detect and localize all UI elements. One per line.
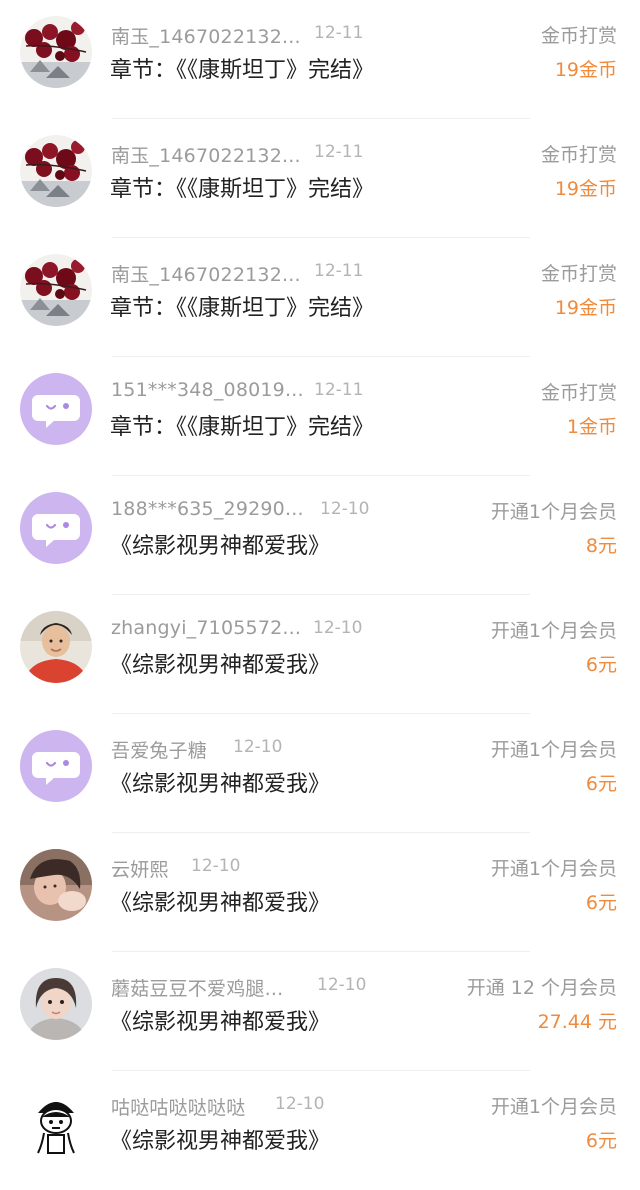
user-name: 南玉_1467022132... (111, 26, 301, 48)
list-item[interactable]: 南玉_1467022132... 12-11 章节：《《康斯坦丁》完结》 金币打… (0, 0, 640, 119)
default-chat-avatar[interactable] (20, 730, 92, 802)
record-amount: 19金币 (554, 297, 617, 319)
record-type: 开通1个月会员 (490, 858, 617, 880)
user-name: 云妍熙 (111, 859, 169, 881)
list-item[interactable]: 188***635_29290... 12-10 《综影视男神都爱我》 开通1个… (0, 476, 640, 595)
record-type: 开通 12 个月会员 (466, 977, 617, 999)
record-type: 金币打赏 (540, 144, 617, 166)
boy-red-shirt-avatar[interactable] (20, 611, 92, 683)
user-name: 南玉_1467022132... (111, 264, 301, 286)
record-type: 开通1个月会员 (490, 620, 617, 642)
record-item: 《综影视男神都爱我》 (110, 653, 331, 678)
income-record-list: 南玉_1467022132... 12-11 章节：《《康斯坦丁》完结》 金币打… (0, 0, 640, 1167)
record-amount: 19金币 (554, 59, 617, 81)
record-item: 《综影视男神都爱我》 (110, 1010, 331, 1035)
list-item[interactable]: zhangyi_7105572... 12-10 《综影视男神都爱我》 开通1个… (0, 595, 640, 714)
cartoon-face-avatar[interactable] (20, 1087, 92, 1159)
record-amount: 6元 (585, 654, 617, 676)
user-name: 188***635_29290... (111, 498, 304, 520)
record-amount: 19金币 (554, 178, 617, 200)
record-item: 章节：《《康斯坦丁》完结》 (110, 58, 375, 83)
user-name: zhangyi_7105572... (111, 617, 302, 639)
girl-photo-avatar[interactable] (20, 849, 92, 921)
user-name: 151***348_08019... (111, 379, 304, 401)
record-date: 12-10 (275, 1094, 325, 1114)
list-item[interactable]: 蘑菇豆豆不爱鸡腿... 12-10 《综影视男神都爱我》 开通 12 个月会员 … (0, 952, 640, 1071)
record-date: 12-11 (314, 23, 364, 43)
default-chat-avatar[interactable] (20, 492, 92, 564)
list-item[interactable]: 咕哒咕哒哒哒哒 12-10 《综影视男神都爱我》 开通1个月会员 6元 (0, 1071, 640, 1190)
record-date: 12-10 (313, 618, 363, 638)
record-date: 12-11 (314, 380, 364, 400)
record-item: 章节：《《康斯坦丁》完结》 (110, 177, 375, 202)
record-type: 开通1个月会员 (490, 501, 617, 523)
list-item[interactable]: 吾爱兔子糖 12-10 《综影视男神都爱我》 开通1个月会员 6元 (0, 714, 640, 833)
record-type: 开通1个月会员 (490, 739, 617, 761)
list-item[interactable]: 南玉_1467022132... 12-11 章节：《《康斯坦丁》完结》 金币打… (0, 238, 640, 357)
record-amount: 27.44 元 (537, 1011, 617, 1033)
record-type: 金币打赏 (540, 382, 617, 404)
record-item: 《综影视男神都爱我》 (110, 891, 331, 916)
record-type: 金币打赏 (540, 263, 617, 285)
record-date: 12-10 (317, 975, 367, 995)
red-flower-avatar[interactable] (20, 135, 92, 207)
record-item: 章节：《《康斯坦丁》完结》 (110, 415, 375, 440)
record-amount: 8元 (585, 535, 617, 557)
record-type: 开通1个月会员 (490, 1096, 617, 1118)
default-chat-avatar[interactable] (20, 373, 92, 445)
record-amount: 6元 (585, 1130, 617, 1152)
record-amount: 6元 (585, 773, 617, 795)
record-amount: 6元 (585, 892, 617, 914)
record-date: 12-10 (191, 856, 241, 876)
user-name: 蘑菇豆豆不爱鸡腿... (111, 978, 284, 1000)
red-flower-avatar[interactable] (20, 16, 92, 88)
record-type: 金币打赏 (540, 25, 617, 47)
red-flower-avatar[interactable] (20, 254, 92, 326)
record-date: 12-11 (314, 261, 364, 281)
list-item[interactable]: 151***348_08019... 12-11 章节：《《康斯坦丁》完结》 金… (0, 357, 640, 476)
record-item: 《综影视男神都爱我》 (110, 1129, 331, 1154)
user-name: 南玉_1467022132... (111, 145, 301, 167)
user-name: 咕哒咕哒哒哒哒 (111, 1097, 246, 1119)
record-item: 《综影视男神都爱我》 (110, 772, 331, 797)
list-item[interactable]: 南玉_1467022132... 12-11 章节：《《康斯坦丁》完结》 金币打… (0, 119, 640, 238)
user-name: 吾爱兔子糖 (111, 740, 208, 762)
record-amount: 1金币 (566, 416, 617, 438)
record-date: 12-10 (320, 499, 370, 519)
record-date: 12-10 (233, 737, 283, 757)
record-item: 章节：《《康斯坦丁》完结》 (110, 296, 375, 321)
record-item: 《综影视男神都爱我》 (110, 534, 331, 559)
list-item[interactable]: 云妍熙 12-10 《综影视男神都爱我》 开通1个月会员 6元 (0, 833, 640, 952)
girl-portrait-avatar[interactable] (20, 968, 92, 1040)
record-date: 12-11 (314, 142, 364, 162)
